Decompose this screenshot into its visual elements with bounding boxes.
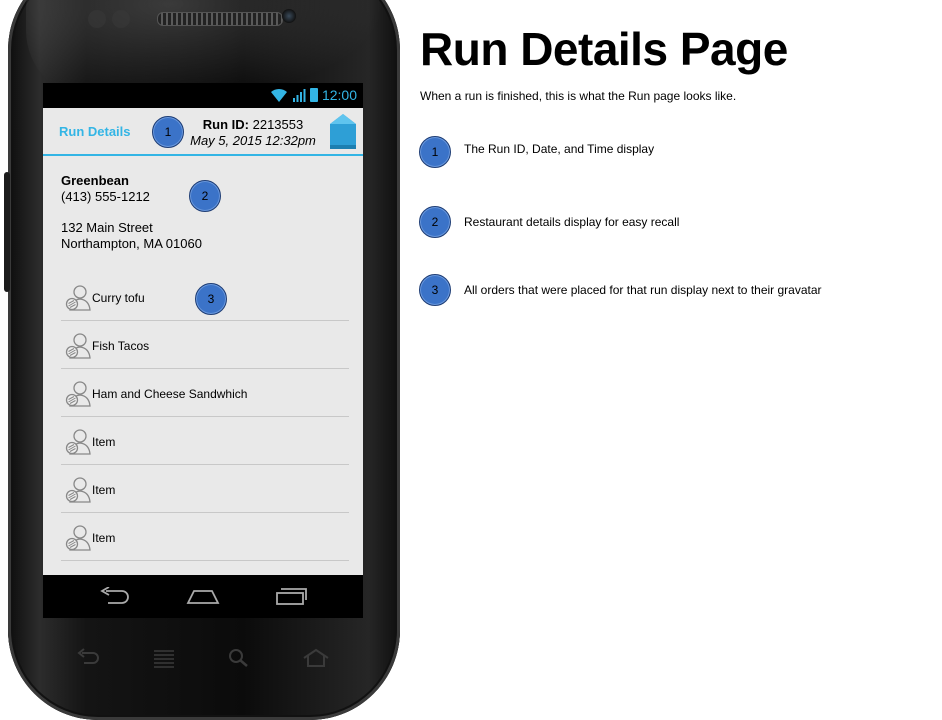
phone-screen: 12:00 Run Details Run ID: 2213553 May 5,…: [43, 83, 363, 618]
restaurant-details: Greenbean (413) 555-1212 132 Main Street…: [61, 173, 202, 252]
status-bar: 12:00: [43, 83, 363, 108]
list-item[interactable]: Ham and Cheese Sandwhich: [61, 369, 349, 417]
hardware-menu-icon: [154, 650, 174, 668]
order-label: Item: [92, 483, 116, 497]
gravatar-icon: [65, 285, 91, 311]
callout-badge-3: 3: [195, 283, 227, 315]
volume-button: [4, 172, 10, 292]
legend-badge-1: 1: [419, 136, 451, 168]
restaurant-street: 132 Main Street: [61, 220, 153, 235]
run-id-value: 2213553: [252, 117, 304, 132]
light-sensor: [88, 10, 106, 28]
gravatar-icon: [65, 333, 91, 359]
action-bar-title[interactable]: Run Details: [59, 124, 131, 139]
hardware-home-icon: [303, 648, 329, 667]
gravatar-icon: [65, 429, 91, 455]
navigation-bar: [43, 575, 363, 618]
app-cube-icon[interactable]: [329, 112, 357, 150]
legend-badge-3: 3: [419, 274, 451, 306]
list-item[interactable]: Item: [61, 417, 349, 465]
restaurant-name: Greenbean: [61, 173, 129, 188]
orders-list: Curry tofu Fish Tacos Ham and Cheese San…: [61, 273, 349, 561]
page-intro: When a run is finished, this is what the…: [420, 89, 737, 103]
gravatar-icon: [65, 525, 91, 551]
proximity-sensor: [112, 10, 130, 28]
list-item[interactable]: Item: [61, 513, 349, 561]
wifi-icon: [270, 88, 287, 102]
page-title: Run Details Page: [420, 23, 788, 75]
run-id-label: Run ID:: [202, 117, 249, 132]
legend-text-2: Restaurant details display for easy reca…: [464, 215, 680, 229]
home-icon[interactable]: [186, 587, 220, 605]
run-header: Run ID: 2213553 May 5, 2015 12:32pm: [183, 117, 323, 149]
legend-badge-2: 2: [419, 206, 451, 238]
recent-apps-icon[interactable]: [275, 587, 307, 605]
list-item[interactable]: Item: [61, 465, 349, 513]
order-label: Ham and Cheese Sandwhich: [92, 387, 248, 401]
gravatar-icon: [65, 477, 91, 503]
legend-text-1: The Run ID, Date, and Time display: [464, 142, 655, 156]
earpiece-speaker: [157, 12, 283, 26]
callout-badge-1: 1: [152, 116, 184, 148]
hardware-search-icon: [229, 649, 248, 667]
order-label: Curry tofu: [92, 291, 145, 305]
status-clock: 12:00: [321, 87, 357, 103]
back-icon[interactable]: [98, 587, 130, 605]
restaurant-phone[interactable]: (413) 555-1212: [61, 189, 202, 205]
legend-text-3: All orders that were placed for that run…: [464, 283, 822, 297]
order-label: Item: [92, 531, 116, 545]
restaurant-city: Northampton, MA 01060: [61, 236, 202, 251]
signal-icon: [292, 89, 306, 102]
hardware-back-icon: [77, 648, 99, 664]
list-item[interactable]: Fish Tacos: [61, 321, 349, 369]
callout-badge-2: 2: [189, 180, 221, 212]
battery-icon: [309, 88, 318, 102]
order-label: Item: [92, 435, 116, 449]
order-label: Fish Tacos: [92, 339, 150, 353]
run-datetime: May 5, 2015 12:32pm: [190, 133, 316, 148]
front-camera-icon: [282, 9, 296, 23]
action-bar: Run Details Run ID: 2213553 May 5, 2015 …: [43, 108, 363, 156]
gravatar-icon: [65, 381, 91, 407]
